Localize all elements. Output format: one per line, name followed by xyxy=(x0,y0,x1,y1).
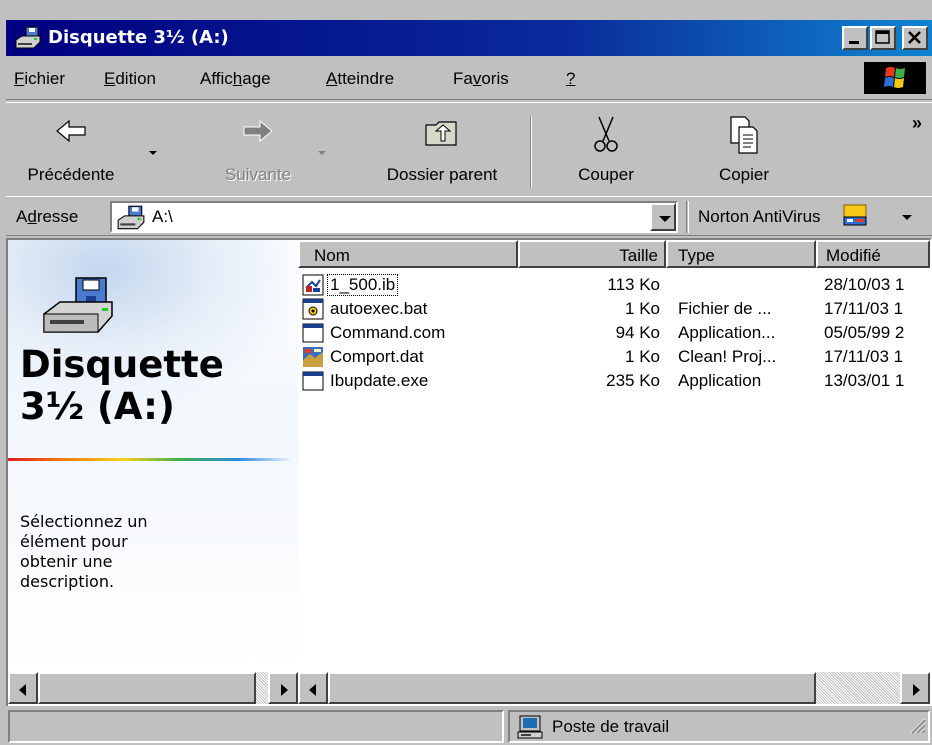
window-title: Disquette 3½ (A:) xyxy=(48,27,229,48)
forward-dropdown-arrow[interactable] xyxy=(318,151,326,155)
menu-affichage[interactable]: Affichage xyxy=(200,69,271,89)
floppy-drive-icon xyxy=(116,205,146,236)
panel-horizontal-scrollbar[interactable] xyxy=(8,672,298,704)
maximize-button[interactable] xyxy=(870,26,896,50)
scroll-left-button[interactable] xyxy=(298,672,328,704)
minimize-icon xyxy=(849,41,859,44)
batch-file-icon xyxy=(302,298,324,325)
menu-bar: Fichier Edition Affichage Atteindre Favo… xyxy=(6,58,932,100)
web-view-info-panel: Disquette 3½ (A:) Sélectionnez un élémen… xyxy=(8,240,298,670)
arrow-right-icon xyxy=(913,684,920,696)
address-label: Adresse xyxy=(16,207,79,226)
menu-fichier[interactable]: Fichier xyxy=(14,69,65,89)
scroll-right-button[interactable] xyxy=(268,672,298,704)
back-dropdown-arrow[interactable] xyxy=(149,151,157,155)
toolbar-more-chevron[interactable]: » xyxy=(912,113,922,134)
norton-dropdown-arrow[interactable] xyxy=(902,215,912,220)
panel-description: Sélectionnez un élément pour obtenir une… xyxy=(20,512,148,591)
chevron-down-icon xyxy=(659,216,671,222)
menu-help[interactable]: ? xyxy=(566,69,575,89)
folder-view: Disquette 3½ (A:) Sélectionnez un élémen… xyxy=(6,238,932,706)
menu-atteindre[interactable]: Atteindre xyxy=(326,69,394,89)
address-bar: Adresse A:\ Norton AntiVirus xyxy=(6,196,932,236)
parent-folder-icon xyxy=(422,115,462,154)
toolbar-separator xyxy=(530,117,532,187)
my-computer-icon xyxy=(516,715,544,744)
up-folder-button[interactable]: Dossier parent xyxy=(358,111,526,189)
floppy-drive-icon xyxy=(14,26,42,55)
resize-grip-icon[interactable] xyxy=(908,716,926,739)
rainbow-divider xyxy=(8,458,296,461)
scissors-icon xyxy=(591,115,621,160)
maximize-icon xyxy=(875,30,890,44)
scroll-right-button[interactable] xyxy=(900,672,930,704)
address-field[interactable]: A:\ xyxy=(110,201,678,233)
arrow-right-icon xyxy=(281,684,288,696)
arrow-left-icon xyxy=(309,684,316,696)
status-bar: Poste de travail xyxy=(6,708,932,745)
standard-toolbar: Précédente Suivante Dossier parent Coupe… xyxy=(6,102,932,194)
panel-title: Disquette 3½ (A:) xyxy=(20,343,224,428)
forward-arrow-icon xyxy=(240,115,276,152)
scrollbar-thumb[interactable] xyxy=(38,672,256,704)
menu-favoris[interactable]: Favoris xyxy=(453,69,509,89)
scrollbar-track[interactable] xyxy=(816,672,900,704)
file-row[interactable]: Comport.dat 1 Ko Clean! Proj... 17/11/03… xyxy=(298,346,930,370)
file-row[interactable]: autoexec.bat 1 Ko Fichier de ... 17/11/0… xyxy=(298,298,930,322)
arrow-left-icon xyxy=(19,684,26,696)
forward-button[interactable]: Suivante xyxy=(212,111,304,189)
application-icon xyxy=(302,322,324,349)
norton-antivirus-button[interactable]: Norton AntiVirus xyxy=(698,207,821,227)
file-list[interactable]: Nom Taille Type Modifié 1_500.ib 113 Ko … xyxy=(298,240,930,670)
menu-edition[interactable]: Edition xyxy=(104,69,156,89)
close-icon xyxy=(908,31,921,44)
address-value[interactable]: A:\ xyxy=(152,207,173,227)
column-header-size[interactable]: Taille xyxy=(518,240,666,268)
back-button[interactable]: Précédente xyxy=(6,111,136,189)
address-dropdown-button[interactable] xyxy=(650,203,676,231)
column-header-name[interactable]: Nom xyxy=(298,240,518,268)
back-arrow-icon xyxy=(53,115,89,152)
title-bar[interactable]: Disquette 3½ (A:) xyxy=(6,20,932,56)
copy-icon xyxy=(727,115,761,160)
minimize-button[interactable] xyxy=(842,26,868,50)
scrollbar-track[interactable] xyxy=(256,672,268,704)
status-panel-info xyxy=(8,710,504,743)
column-header-type[interactable]: Type xyxy=(666,240,816,268)
windows-logo-icon xyxy=(864,62,926,94)
toolbar-separator xyxy=(686,201,689,233)
column-header-modified[interactable]: Modifié xyxy=(816,240,930,268)
close-button[interactable] xyxy=(902,26,928,50)
file-row[interactable]: 1_500.ib 113 Ko 28/10/03 1 xyxy=(298,274,930,298)
application-icon xyxy=(302,370,324,397)
cut-button[interactable]: Couper xyxy=(554,111,658,189)
clean-project-icon xyxy=(302,346,324,373)
ib-file-icon xyxy=(302,274,324,301)
status-panel-zone: Poste de travail xyxy=(508,710,930,743)
scrollbar-thumb[interactable] xyxy=(328,672,816,704)
file-row[interactable]: Command.com 94 Ko Application... 05/05/9… xyxy=(298,322,930,346)
file-row[interactable]: Ibupdate.exe 235 Ko Application 13/03/01… xyxy=(298,370,930,394)
filelist-horizontal-scrollbar[interactable] xyxy=(298,672,930,704)
floppy-drive-icon xyxy=(40,276,116,341)
copy-button[interactable]: Copier xyxy=(692,111,796,189)
norton-antivirus-icon[interactable] xyxy=(842,203,870,234)
scroll-left-button[interactable] xyxy=(8,672,38,704)
status-location: Poste de travail xyxy=(552,717,670,736)
